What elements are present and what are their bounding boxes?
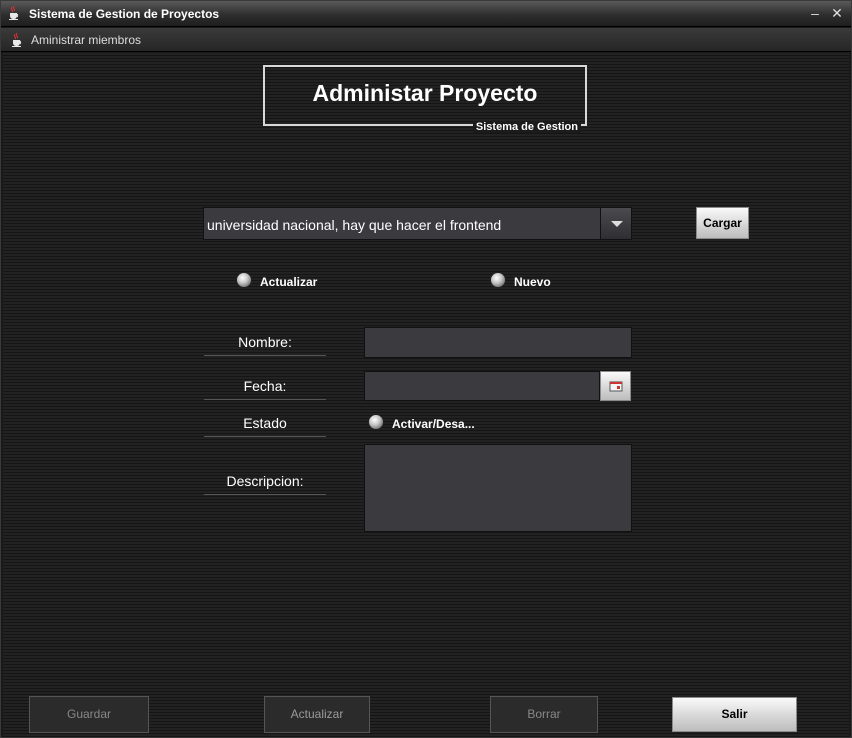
update-mode-label: Actualizar (260, 275, 318, 289)
date-field[interactable] (364, 371, 600, 401)
menu-bar: Aministrar miembros (1, 28, 851, 52)
date-label: Fecha: (204, 378, 326, 400)
update-button[interactable]: Actualizar (264, 696, 370, 733)
name-field[interactable] (364, 327, 632, 358)
save-button[interactable]: Guardar (29, 696, 149, 733)
page-title: Administar Proyecto (312, 80, 538, 106)
update-mode-radio[interactable] (236, 272, 252, 288)
menu-item-manage-members[interactable]: Aministrar miembros (31, 33, 141, 47)
name-label: Nombre: (204, 334, 326, 356)
main-panel: Administar Proyecto Sistema de Gestion u… (3, 53, 849, 737)
project-select-value: universidad nacional, hay que hacer el f… (207, 217, 502, 233)
close-button[interactable]: ✕ (829, 5, 845, 21)
new-mode-label: Nuevo (514, 275, 551, 289)
project-select[interactable]: universidad nacional, hay que hacer el f… (203, 207, 632, 240)
calendar-button[interactable] (600, 371, 631, 401)
page-subtitle: Sistema de Gestion (472, 121, 581, 133)
exit-button[interactable]: Salir (672, 697, 797, 732)
chevron-down-icon[interactable] (600, 208, 631, 239)
delete-button[interactable]: Borrar (490, 696, 598, 733)
java-cup-icon (12, 32, 22, 47)
description-label: Descripcion: (204, 473, 326, 495)
java-cup-icon (9, 5, 19, 20)
calendar-icon (609, 381, 623, 392)
status-toggle-label: Activar/Desa... (392, 417, 475, 431)
description-field[interactable] (364, 444, 632, 532)
status-label: Estado (204, 415, 326, 437)
header-box: Administar Proyecto Sistema de Gestion (263, 65, 587, 133)
new-mode-radio[interactable] (490, 272, 506, 288)
app-window: Sistema de Gestion de Proyectos – ✕ Amin… (0, 0, 852, 738)
minimize-button[interactable]: – (807, 5, 823, 21)
title-bar[interactable]: Sistema de Gestion de Proyectos – ✕ (1, 1, 851, 27)
window-title: Sistema de Gestion de Proyectos (29, 7, 220, 21)
load-button[interactable]: Cargar (696, 207, 749, 239)
status-toggle-radio[interactable] (368, 414, 384, 430)
